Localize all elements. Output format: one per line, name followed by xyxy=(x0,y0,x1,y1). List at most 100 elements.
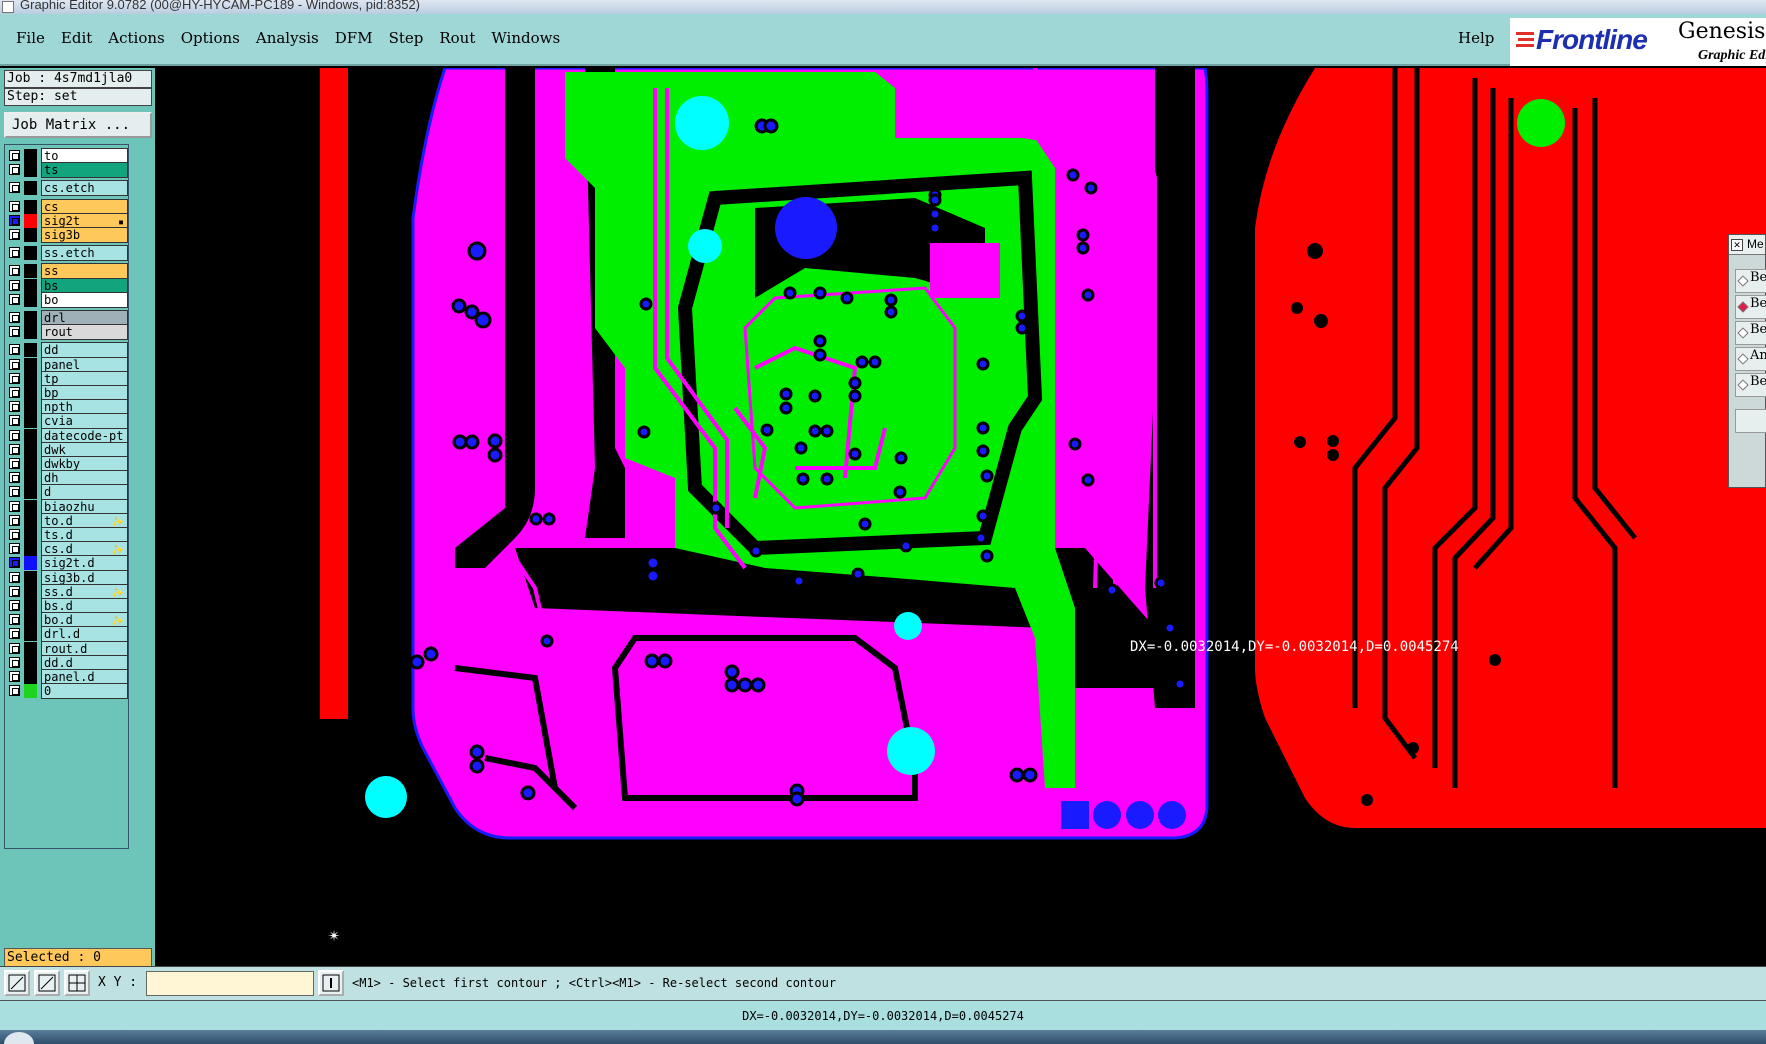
layer-checkbox[interactable] xyxy=(9,628,20,640)
layer-checkbox[interactable] xyxy=(9,401,20,413)
layer-checkbox[interactable] xyxy=(9,247,20,259)
menu-options[interactable]: Options xyxy=(173,29,248,47)
layer-color-swatch[interactable] xyxy=(24,584,37,599)
layer-checkbox[interactable] xyxy=(9,642,20,654)
grid-icon[interactable] xyxy=(64,970,90,996)
layer-checkbox[interactable] xyxy=(9,543,20,555)
layer-checkbox[interactable] xyxy=(9,415,20,427)
menu-windows[interactable]: Windows xyxy=(483,29,568,47)
menu-analysis[interactable]: Analysis xyxy=(248,29,327,47)
layer-checkbox[interactable] xyxy=(9,458,20,469)
layer-row[interactable]: ss.etch xyxy=(5,245,128,262)
layer-row[interactable]: cs.etch xyxy=(5,180,128,197)
graphic-canvas[interactable]: DX=-0.0032014,DY=-0.0032014,D=0.0045274 … xyxy=(155,68,1766,966)
layer-color-swatch[interactable] xyxy=(24,613,37,628)
layer-row[interactable]: 0 xyxy=(5,683,128,700)
popup-button[interactable] xyxy=(1735,409,1766,433)
xy-input[interactable] xyxy=(146,971,314,996)
layer-color-swatch[interactable] xyxy=(24,149,37,163)
info-icon[interactable] xyxy=(318,970,344,996)
layer-color-swatch[interactable] xyxy=(24,311,37,325)
layer-checkbox[interactable] xyxy=(9,312,20,323)
layer-color-swatch[interactable] xyxy=(24,343,37,358)
layer-checkbox[interactable] xyxy=(9,443,20,455)
layer-color-swatch[interactable] xyxy=(24,371,37,386)
layer-checkbox[interactable] xyxy=(9,600,20,611)
layer-color-swatch[interactable] xyxy=(24,627,37,642)
layer-name[interactable]: bo xyxy=(41,291,128,308)
layer-checkbox[interactable] xyxy=(9,279,20,291)
layer-color-swatch[interactable] xyxy=(24,528,37,542)
menu-rout[interactable]: Rout xyxy=(431,29,483,47)
layer-color-swatch[interactable] xyxy=(24,278,37,293)
layer-color-swatch[interactable] xyxy=(24,457,37,471)
menu-edit[interactable]: Edit xyxy=(53,29,100,47)
popup-option[interactable]: Be xyxy=(1735,295,1766,319)
layer-checkbox[interactable] xyxy=(9,514,20,526)
layer-checkbox[interactable] xyxy=(9,685,20,697)
layer-color-swatch[interactable] xyxy=(24,670,37,684)
popup-option[interactable]: Be xyxy=(1735,269,1766,293)
layer-checkbox[interactable] xyxy=(9,358,20,370)
menu-dfm[interactable]: DFM xyxy=(327,29,381,47)
layer-name[interactable]: 0 xyxy=(41,683,128,700)
layer-color-swatch[interactable] xyxy=(24,655,37,670)
layer-color-swatch[interactable] xyxy=(24,499,37,514)
layer-name[interactable]: rout xyxy=(41,324,128,341)
layer-color-swatch[interactable] xyxy=(24,442,37,457)
layer-checkbox[interactable] xyxy=(9,656,20,668)
layer-color-swatch[interactable] xyxy=(24,400,37,415)
layer-color-swatch[interactable] xyxy=(24,570,37,585)
layer-row[interactable]: ts xyxy=(5,162,128,179)
layer-checkbox[interactable] xyxy=(9,265,20,277)
layer-checkbox[interactable] xyxy=(9,472,20,484)
layer-name[interactable]: sig3b xyxy=(41,227,128,243)
layer-color-swatch[interactable] xyxy=(24,213,37,228)
layer-color-swatch[interactable] xyxy=(24,428,37,443)
layer-row[interactable]: sig3b xyxy=(5,227,128,243)
layer-color-swatch[interactable] xyxy=(24,485,37,500)
layer-checkbox[interactable] xyxy=(9,585,20,597)
layer-checkbox[interactable] xyxy=(9,214,20,226)
layer-checkbox[interactable] xyxy=(9,429,20,441)
popup-option[interactable]: Be xyxy=(1735,321,1766,345)
layer-color-swatch[interactable] xyxy=(24,542,37,557)
layer-checkbox[interactable] xyxy=(9,372,20,384)
layer-color-swatch[interactable] xyxy=(24,292,37,307)
layer-checkbox[interactable] xyxy=(9,344,20,356)
snap-icon[interactable] xyxy=(34,970,60,996)
layer-color-swatch[interactable] xyxy=(24,199,37,214)
start-orb-icon[interactable] xyxy=(4,1032,34,1044)
layer-color-swatch[interactable] xyxy=(24,163,37,178)
layer-color-swatch[interactable] xyxy=(24,684,37,699)
layer-checkbox[interactable] xyxy=(9,229,20,240)
menu-actions[interactable]: Actions xyxy=(100,29,172,47)
layer-checkbox[interactable] xyxy=(9,326,20,338)
layer-color-swatch[interactable] xyxy=(24,471,37,486)
layer-checkbox[interactable] xyxy=(9,529,20,540)
layer-name[interactable]: ss.etch xyxy=(41,245,128,262)
popup-option[interactable]: An xyxy=(1735,347,1766,371)
layer-color-swatch[interactable] xyxy=(24,181,37,196)
layer-row[interactable]: bo xyxy=(5,291,128,308)
menu-step[interactable]: Step xyxy=(381,29,432,47)
layer-color-swatch[interactable] xyxy=(24,357,37,372)
layer-color-swatch[interactable] xyxy=(24,325,37,340)
layer-checkbox[interactable] xyxy=(9,387,20,398)
layer-checkbox[interactable] xyxy=(9,557,20,569)
zoom-icon[interactable] xyxy=(4,970,30,996)
layer-name[interactable]: cs.etch xyxy=(41,180,128,197)
layer-checkbox[interactable] xyxy=(9,571,20,583)
job-matrix-button[interactable]: Job Matrix ... xyxy=(4,112,152,138)
layer-checkbox[interactable] xyxy=(9,164,20,176)
close-icon[interactable]: ✕ xyxy=(1731,239,1743,251)
layer-color-swatch[interactable] xyxy=(24,228,37,242)
layer-color-swatch[interactable] xyxy=(24,414,37,429)
layer-checkbox[interactable] xyxy=(9,500,20,512)
layer-checkbox[interactable] xyxy=(9,486,20,498)
layer-color-swatch[interactable] xyxy=(24,386,37,400)
layer-color-swatch[interactable] xyxy=(24,556,37,571)
layer-checkbox[interactable] xyxy=(9,293,20,305)
layer-checkbox[interactable] xyxy=(9,150,20,161)
menu-file[interactable]: File xyxy=(8,29,53,47)
